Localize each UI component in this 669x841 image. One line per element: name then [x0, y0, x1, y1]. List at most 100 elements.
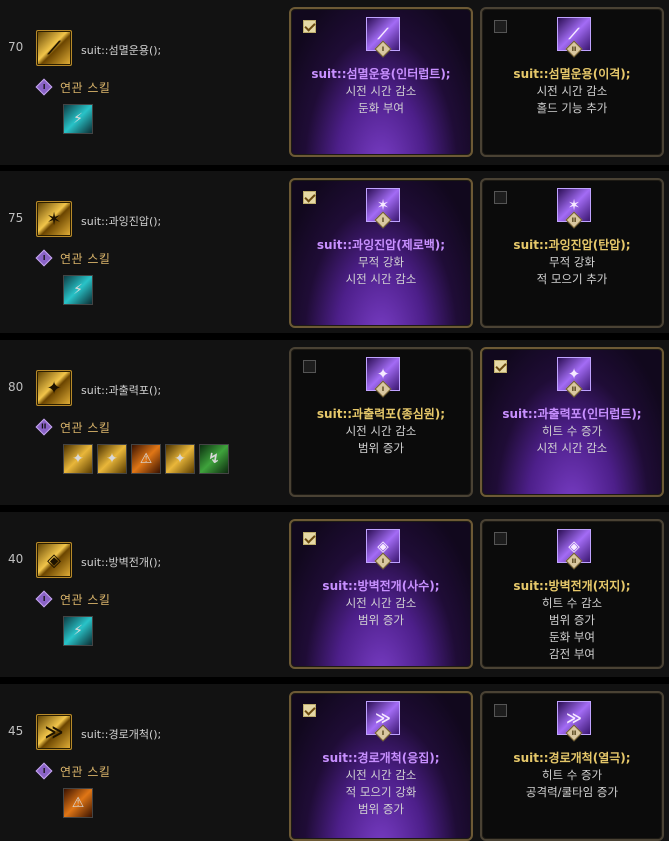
related-skill-glyph-icon: ⚡ — [73, 623, 83, 639]
talent-title: suit::과출력포(인터럽트); — [502, 407, 642, 421]
skill-icon[interactable]: ⟋ — [36, 30, 72, 66]
related-skill-glyph-icon: ⚠ — [71, 795, 85, 811]
related-skill-label: 연관 스킬 — [60, 251, 111, 266]
talent-effect-line: 범위 증가 — [358, 613, 404, 627]
related-skill-icons: ⚡ — [63, 104, 93, 134]
talent-card-1[interactable]: ✶ I suit::과잉진압(제로백); 무적 강화 시전 시간 감소 — [289, 178, 473, 328]
talent-card-2[interactable]: ⟋ II suit::섬멸운용(이격); 시전 시간 감소 홀드 기능 추가 — [480, 7, 664, 157]
skill-level: 40 — [8, 552, 24, 566]
related-skill-glyph-icon: ↯ — [208, 451, 220, 467]
talent-checkbox[interactable] — [494, 191, 507, 204]
related-skill-icon[interactable]: ⚠ — [63, 788, 93, 818]
related-skill-glyph-icon: ⚡ — [73, 111, 83, 127]
related-skill-icon[interactable]: ↯ — [199, 444, 229, 474]
related-skill-header: I 연관 스킬 — [35, 249, 111, 267]
talent-effect-line: 무적 강화 — [358, 255, 404, 269]
talent-effect-line: 적 모으기 추가 — [536, 272, 608, 286]
related-skill-icon[interactable]: ⚡ — [63, 104, 93, 134]
skill-row: 70 ⟋ suit::섬멸운용(); I 연관 스킬 ⚡ ⟋ I suit::섬… — [0, 0, 669, 165]
talent-title: suit::방벽전개(사수); — [322, 579, 440, 593]
talent-title: suit::과잉진압(탄압); — [513, 238, 631, 252]
related-skill-icon[interactable]: ⚡ — [63, 275, 93, 305]
skill-row: 80 ✦ suit::과출력포(); II 연관 스킬 ✦ ✦ ⚠ ✦ ↯ ✦ I su… — [0, 340, 669, 505]
talent-card-1[interactable]: ≫ I suit::경로개척(응집); 시전 시간 감소 적 모으기 강화 범위 증… — [289, 691, 473, 841]
talent-effect-line: 히트 수 감소 — [541, 596, 603, 610]
skill-level: 70 — [8, 40, 24, 54]
talent-checkbox[interactable] — [494, 360, 507, 373]
talent-effect-line: 시전 시간 감소 — [345, 596, 417, 610]
talent-checkbox[interactable] — [494, 704, 507, 717]
talent-effect-line: 시전 시간 감소 — [345, 768, 417, 782]
skill-name: suit::과잉진압(); — [81, 215, 162, 228]
talent-effect-line: 시전 시간 감소 — [536, 441, 608, 455]
talent-checkbox[interactable] — [303, 532, 316, 545]
related-skill-header: I 연관 스킬 — [35, 78, 111, 96]
related-skill-icon[interactable]: ⚡ — [63, 616, 93, 646]
related-skill-label: 연관 스킬 — [60, 764, 111, 779]
talent-effect-line: 범위 증가 — [358, 802, 404, 816]
talent-checkbox[interactable] — [494, 20, 507, 33]
talent-title: suit::섬멸운용(이격); — [513, 67, 631, 81]
related-skill-icons: ⚡ — [63, 616, 93, 646]
related-skill-icon[interactable]: ✦ — [165, 444, 195, 474]
talent-checkbox[interactable] — [303, 20, 316, 33]
related-skill-header: II 연관 스킬 — [35, 418, 111, 436]
skill-icon[interactable]: ≫ — [36, 714, 72, 750]
talent-card-1[interactable]: ⟋ I suit::섬멸운용(인터럽트); 시전 시간 감소 둔화 부여 — [289, 7, 473, 157]
talent-effect-line: 홀드 기능 추가 — [536, 101, 608, 115]
talent-effect-line: 시전 시간 감소 — [536, 84, 608, 98]
related-skill-label: 연관 스킬 — [60, 420, 111, 435]
skill-name: suit::경로개척(); — [81, 728, 162, 741]
talent-effect-line: 범위 증가 — [549, 613, 595, 627]
talent-card-2[interactable]: ◈ II suit::방벽전개(저지); 히트 수 감소 범위 증가 둔화 부여 감전… — [480, 519, 664, 669]
talent-effect-line: 적 모으기 강화 — [345, 785, 417, 799]
related-skill-icons: ⚡ — [63, 275, 93, 305]
related-diamond-icon: I — [35, 78, 53, 96]
related-skill-icon[interactable]: ✦ — [97, 444, 127, 474]
skill-icon[interactable]: ◈ — [36, 542, 72, 578]
talent-title: suit::방벽전개(저지); — [513, 579, 631, 593]
talent-title: suit::과잉진압(제로백); — [316, 238, 446, 252]
slash-icon: ⟋ — [47, 37, 61, 59]
talent-checkbox[interactable] — [494, 532, 507, 545]
related-skill-label: 연관 스킬 — [60, 592, 111, 607]
skill-row: 75 ✶ suit::과잉진압(); I 연관 스킬 ⚡ ✶ I suit::과… — [0, 171, 669, 333]
skill-level: 45 — [8, 724, 24, 738]
related-skill-icon[interactable]: ✦ — [63, 444, 93, 474]
skill-level: 80 — [8, 380, 24, 394]
beam-icon: ≫ — [44, 721, 64, 743]
skill-icon[interactable]: ✶ — [36, 201, 72, 237]
burst-icon: ✶ — [46, 208, 62, 230]
talent-card-1[interactable]: ◈ I suit::방벽전개(사수); 시전 시간 감소 범위 증가 — [289, 519, 473, 669]
talent-checkbox[interactable] — [303, 360, 316, 373]
talent-effect-line: 히트 수 증가 — [541, 768, 603, 782]
talent-effect-line: 공격력/쿨타임 증가 — [525, 785, 619, 799]
related-skill-glyph-icon: ✦ — [106, 451, 118, 467]
talent-effect-line: 무적 강화 — [549, 255, 595, 269]
talent-effect-line: 감전 부여 — [549, 647, 595, 661]
related-skill-label: 연관 스킬 — [60, 80, 111, 95]
related-skill-icon[interactable]: ⚠ — [131, 444, 161, 474]
talent-card-2[interactable]: ✶ II suit::과잉진압(탄압); 무적 강화 적 모으기 추가 — [480, 178, 664, 328]
related-skill-icons: ✦ ✦ ⚠ ✦ ↯ — [63, 444, 229, 474]
related-diamond-icon: I — [35, 249, 53, 267]
related-diamond-icon: I — [35, 590, 53, 608]
skill-name: suit::섬멸운용(); — [81, 44, 162, 57]
related-diamond-icon: II — [35, 418, 53, 436]
talent-checkbox[interactable] — [303, 191, 316, 204]
talent-card-1[interactable]: ✦ I suit::과출력포(종심원); 시전 시간 감소 범위 증가 — [289, 347, 473, 497]
talent-effect-line: 히트 수 증가 — [541, 424, 603, 438]
talent-card-2[interactable]: ≫ II suit::경로개척(열극); 히트 수 증가 공격력/쿨타임 증가 — [480, 691, 664, 841]
related-skill-icons: ⚠ — [63, 788, 93, 818]
shield-icon: ◈ — [47, 549, 61, 571]
skill-talent-list: 70 ⟋ suit::섬멸운용(); I 연관 스킬 ⚡ ⟋ I suit::섬… — [0, 0, 669, 841]
talent-title: suit::경로개척(응집); — [322, 751, 440, 765]
talent-effect-line: 범위 증가 — [358, 441, 404, 455]
talent-title: suit::과출력포(종심원); — [316, 407, 446, 421]
skill-icon[interactable]: ✦ — [36, 370, 72, 406]
talent-title: suit::경로개척(열극); — [513, 751, 631, 765]
related-skill-glyph-icon: ✦ — [72, 451, 84, 467]
talent-effect-line: 시전 시간 감소 — [345, 424, 417, 438]
talent-checkbox[interactable] — [303, 704, 316, 717]
talent-card-2[interactable]: ✦ II suit::과출력포(인터럽트); 히트 수 증가 시전 시간 감소 — [480, 347, 664, 497]
